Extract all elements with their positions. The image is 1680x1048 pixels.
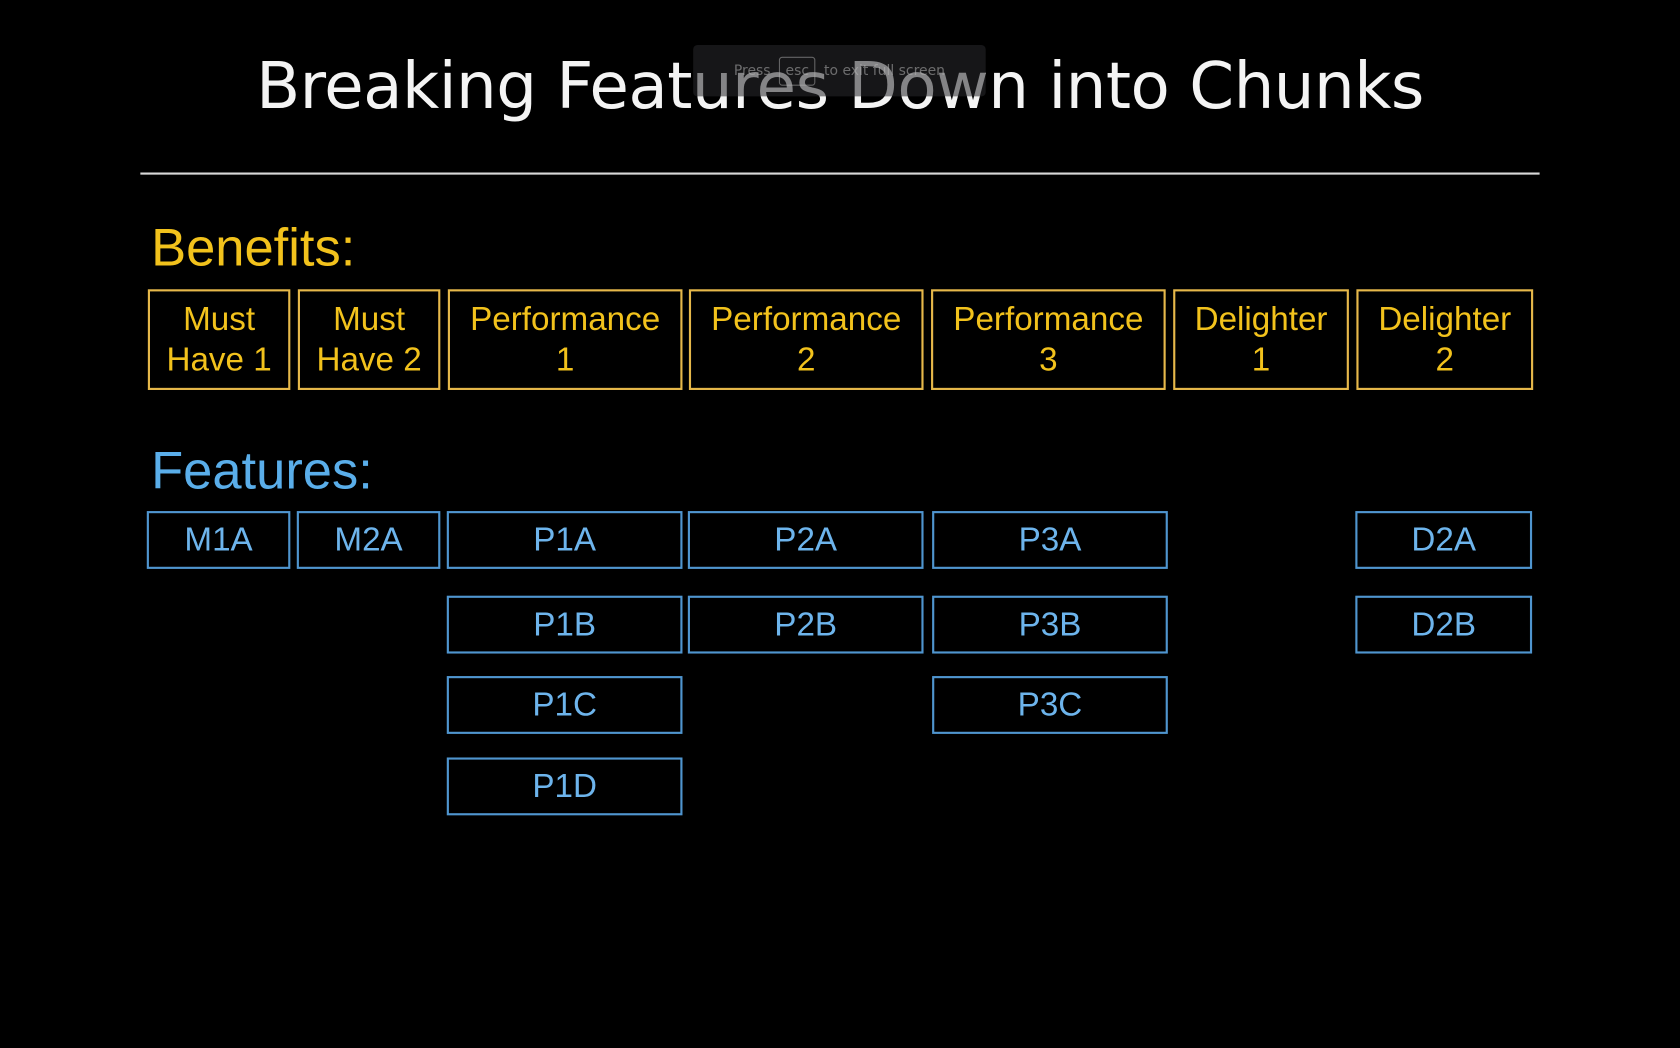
benefit-performance-2: Performance 2	[688, 289, 924, 390]
benefits-heading: Benefits:	[151, 219, 356, 278]
fullscreen-exit-toast: Press esc to exit full screen	[693, 44, 986, 97]
benefit-delighter-1: Delighter 1	[1173, 289, 1349, 390]
title-divider	[140, 172, 1540, 175]
feature-p1b: P1B	[446, 595, 683, 654]
feature-p3c: P3C	[932, 676, 1168, 734]
toast-press-text: Press	[733, 62, 771, 79]
features-heading: Features:	[151, 442, 373, 501]
feature-d2a: D2A	[1355, 511, 1533, 569]
feature-p3b: P3B	[932, 595, 1168, 654]
feature-p1d: P1D	[446, 757, 683, 816]
feature-p2a: P2A	[687, 511, 924, 569]
benefit-performance-1: Performance 1	[447, 289, 683, 390]
feature-p1c: P1C	[446, 676, 683, 734]
benefit-delighter-2: Delighter 2	[1356, 289, 1534, 390]
feature-m2a: M2A	[296, 511, 441, 569]
benefit-must-have-2: Must Have 2	[297, 289, 441, 390]
feature-m1a: M1A	[146, 511, 291, 569]
toast-suffix-text: to exit full screen	[824, 62, 945, 79]
esc-key-hint: esc	[779, 56, 816, 86]
feature-p1a: P1A	[446, 511, 683, 569]
feature-d2b: D2B	[1355, 595, 1533, 654]
slide: Breaking Features Down into Chunks Benef…	[0, 0, 1680, 1048]
feature-p3a: P3A	[932, 511, 1168, 569]
benefit-performance-3: Performance 3	[931, 289, 1166, 390]
benefit-must-have-1: Must Have 1	[147, 289, 291, 390]
feature-p2b: P2B	[687, 595, 924, 654]
